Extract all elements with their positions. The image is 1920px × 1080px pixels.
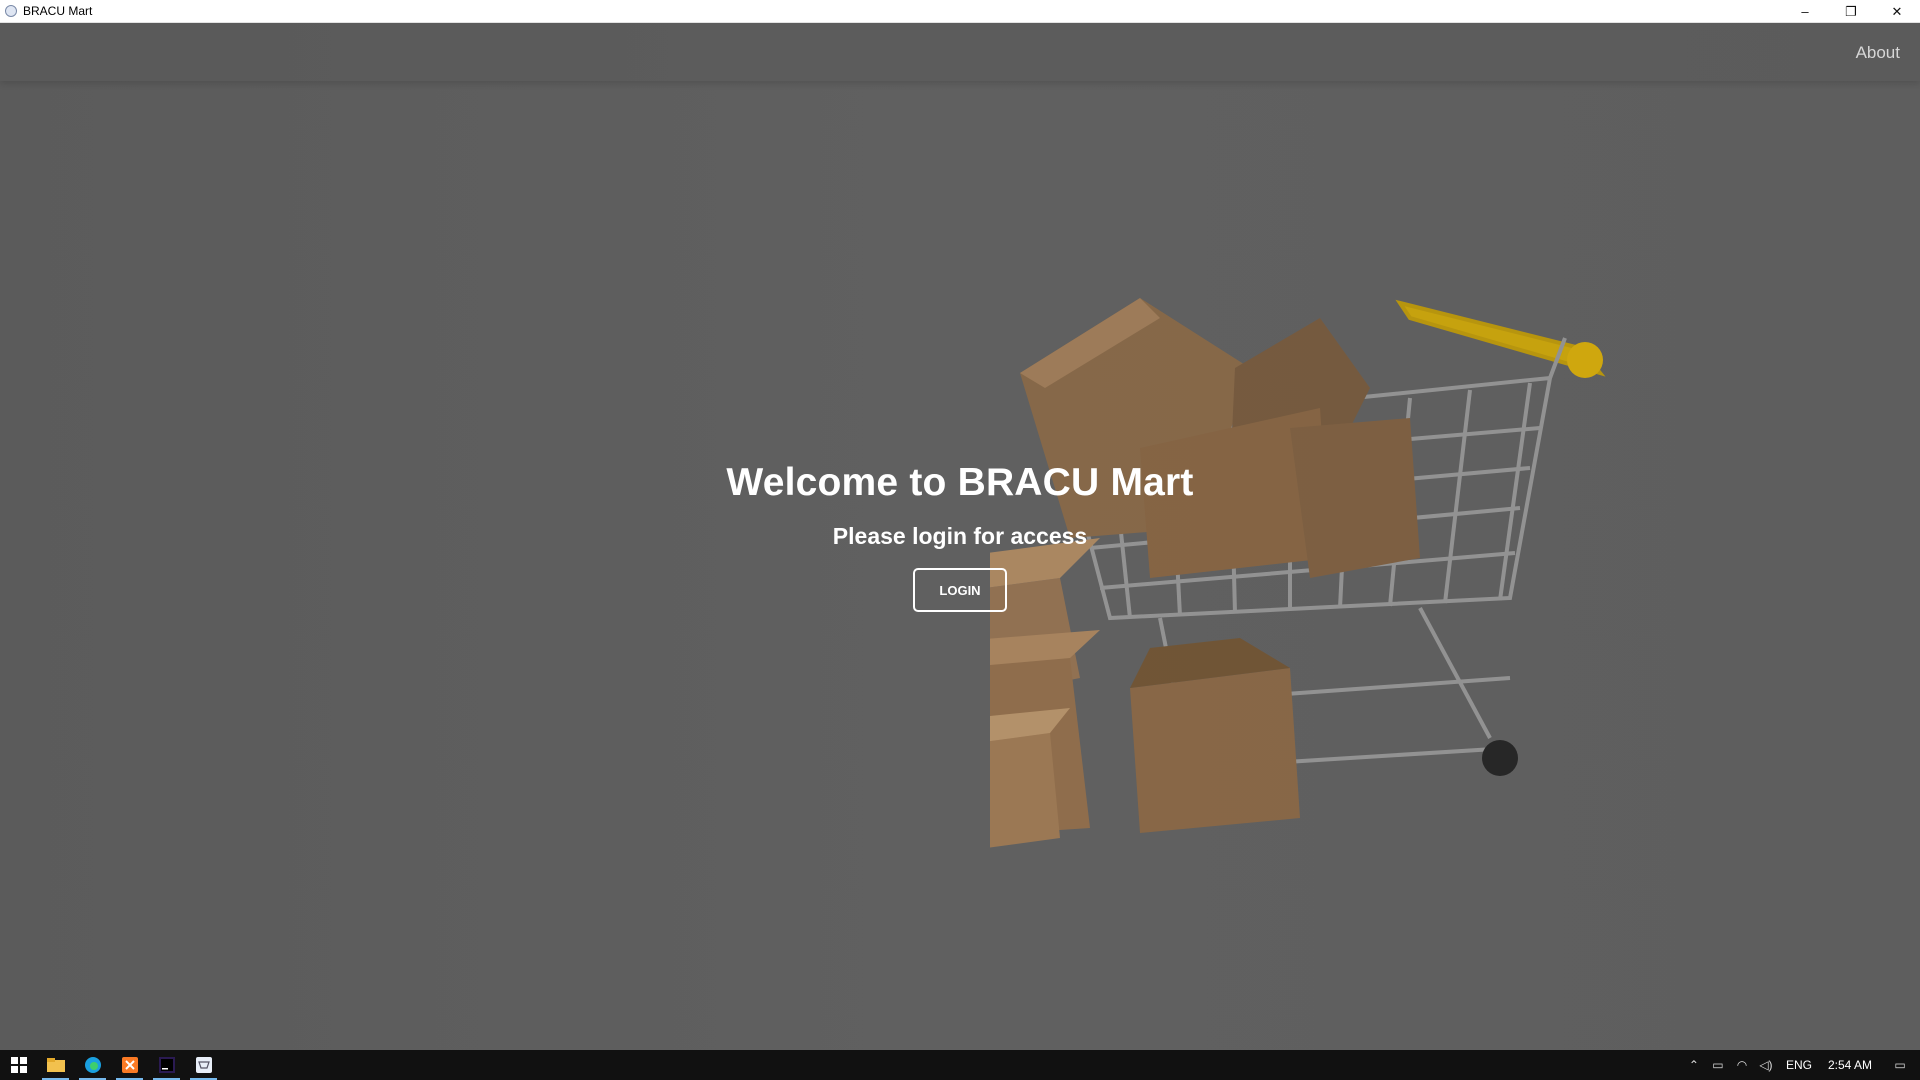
edge-browser-icon [84,1057,101,1073]
taskbar-file-explorer[interactable] [37,1050,74,1080]
login-prompt-text: Please login for access [832,523,1088,549]
welcome-heading: Welcome to BRACU Mart [726,461,1194,504]
clock[interactable]: 2:54 AM [1820,1058,1880,1072]
start-button[interactable] [0,1050,37,1080]
xampp-icon [121,1057,138,1073]
system-tray: ⌃ ▭ ◠ ◁) ENG 2:54 AM ▭ [1682,1050,1920,1080]
volume-icon[interactable]: ◁) [1754,1050,1778,1080]
taskbar-xampp[interactable] [111,1050,148,1080]
taskbar-bracu-mart[interactable] [185,1050,222,1080]
restore-button[interactable]: ❐ [1828,0,1874,23]
app-icon [5,5,17,17]
wifi-icon[interactable]: ◠ [1730,1050,1754,1080]
windows-logo-icon [10,1057,27,1073]
notification-icon[interactable]: ▭ [1880,1050,1920,1080]
window-titlebar: BRACU Mart – ❐ ✕ [0,0,1920,23]
battery-icon[interactable]: ▭ [1706,1050,1730,1080]
minimize-button[interactable]: – [1782,0,1828,23]
windows-taskbar: ⌃ ▭ ◠ ◁) ENG 2:54 AM ▭ [0,1050,1920,1080]
file-explorer-icon [46,1058,65,1072]
window-controls: – ❐ ✕ [1782,0,1920,23]
top-navbar: About [0,23,1920,81]
language-indicator[interactable]: ENG [1778,1058,1820,1072]
chevron-up-icon[interactable]: ⌃ [1682,1050,1706,1080]
taskbar-phpstorm[interactable] [148,1050,185,1080]
close-button[interactable]: ✕ [1874,0,1920,23]
window-title: BRACU Mart [23,4,93,18]
phpstorm-icon [158,1057,175,1073]
bracu-mart-app-icon [195,1057,212,1073]
about-link[interactable]: About [1856,43,1900,63]
login-button[interactable]: LOGIN [913,568,1007,612]
shopping-cart-boxes-image [990,298,1606,848]
taskbar-edge[interactable] [74,1050,111,1080]
app-viewport: About Welcome to BRACU Mart Please login… [0,23,1920,1050]
